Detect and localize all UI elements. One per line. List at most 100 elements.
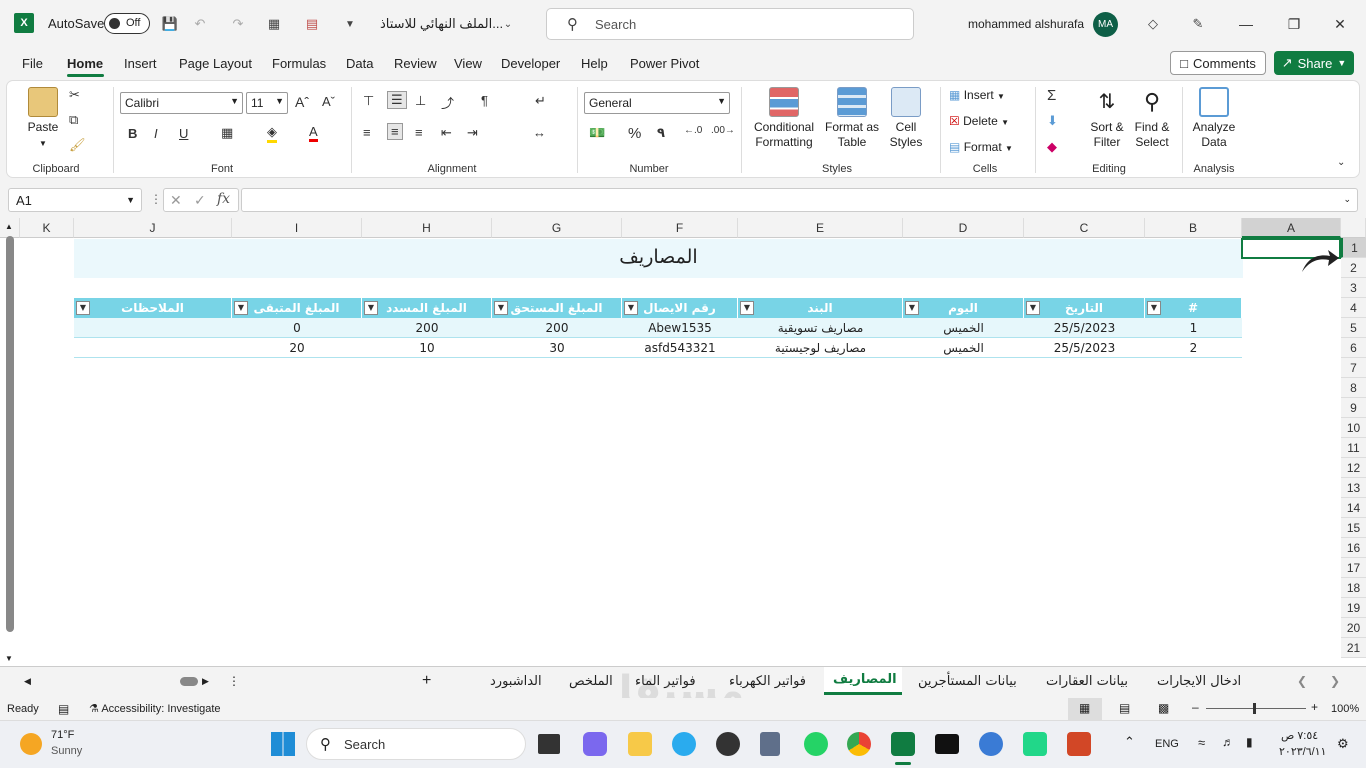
row-header[interactable]: 11 — [1341, 438, 1366, 458]
clock-time[interactable]: ٧:٥٤ ص — [1281, 729, 1318, 742]
increase-decimal-icon[interactable]: ←.0 — [684, 125, 702, 136]
form-icon[interactable]: ▦ — [264, 14, 284, 34]
clock-date[interactable]: ٢٠٢٣/٦/١١ — [1279, 745, 1326, 758]
tab-file[interactable]: File — [22, 56, 43, 71]
taskbar-search[interactable]: ⚲ Search — [306, 728, 526, 760]
delete-cells-button[interactable]: ☒ Delete ▼ — [949, 114, 1009, 130]
table-cell[interactable]: مصاريف تسويقية — [738, 318, 903, 338]
search-input[interactable]: ⚲ Search — [546, 8, 914, 40]
orientation-icon[interactable]: ⤴ — [441, 93, 454, 112]
accessibility-status[interactable]: ⚗ Accessibility: Investigate — [89, 702, 221, 715]
comments-button[interactable]: □ Comments — [1170, 51, 1266, 75]
table-cell[interactable]: 20 — [232, 338, 362, 358]
filter-dropdown-icon[interactable]: ▼ — [1026, 301, 1040, 315]
worksheet-grid[interactable]: K J I H G F E D C B A المصاريف # ▼ التاري… — [0, 218, 1366, 666]
ribbon-collapse-icon[interactable]: ⌄ — [1337, 157, 1345, 168]
user-name[interactable]: mohammed alshurafa — [968, 17, 1084, 31]
table-icon[interactable]: ▤ — [302, 14, 322, 34]
number-format-select[interactable]: General ▼ — [584, 92, 730, 114]
column-header-a[interactable]: A — [1242, 218, 1341, 238]
column-header-f[interactable]: F — [622, 218, 738, 238]
insert-cells-button[interactable]: ▦ Insert ▼ — [949, 88, 1005, 104]
row-header[interactable]: 17 — [1341, 558, 1366, 578]
globe-icon[interactable] — [979, 732, 1003, 756]
language-indicator[interactable]: ENG — [1155, 738, 1179, 750]
document-title[interactable]: الملف النهائي للاستاذ... — [380, 16, 515, 32]
row-header[interactable]: 20 — [1341, 618, 1366, 638]
clear-icon[interactable]: ◆ — [1047, 139, 1057, 155]
table-cell[interactable]: Abew1535 — [622, 318, 738, 338]
tab-home[interactable]: Home — [67, 56, 103, 71]
zoom-in-icon[interactable]: + — [1311, 700, 1318, 714]
table-cell[interactable]: 10 — [362, 338, 492, 358]
row-header[interactable]: 2 — [1341, 258, 1366, 278]
column-header-j[interactable]: J — [74, 218, 232, 238]
row-header[interactable]: 7 — [1341, 358, 1366, 378]
decrease-decimal-icon[interactable]: .00→ — [711, 125, 735, 136]
diamond-icon[interactable]: ◇ — [1143, 14, 1163, 34]
row-header[interactable]: 21 — [1341, 638, 1366, 658]
normal-view-button[interactable]: ▦ — [1068, 698, 1102, 720]
table-cell[interactable] — [74, 318, 232, 338]
column-header-d[interactable]: D — [903, 218, 1024, 238]
tab-insert[interactable]: Insert — [124, 56, 157, 71]
arrow-shape-icon[interactable] — [1300, 246, 1340, 276]
percent-icon[interactable]: % — [628, 125, 641, 142]
page-break-view-icon[interactable]: ▩ — [1158, 701, 1169, 715]
column-header-b[interactable]: B — [1145, 218, 1242, 238]
filter-dropdown-icon[interactable]: ▼ — [76, 301, 90, 315]
filter-dropdown-icon[interactable]: ▼ — [905, 301, 919, 315]
table-cell[interactable]: 200 — [492, 318, 622, 338]
windows-start-icon[interactable] — [271, 732, 295, 756]
comma-style-icon[interactable]: ٩ — [657, 125, 665, 141]
name-box[interactable]: A1 ▼ — [8, 188, 142, 212]
format-cells-button[interactable]: ▤ Format ▼ — [949, 140, 1013, 156]
align-top-icon[interactable]: ⊤ — [363, 93, 374, 109]
table-cell[interactable]: مصاريف لوجيستية — [738, 338, 903, 358]
table-cell[interactable]: 0 — [232, 318, 362, 338]
increase-indent-icon[interactable]: ⇥ — [467, 125, 478, 141]
table-cell[interactable]: الخميس — [903, 318, 1024, 338]
macro-icon[interactable]: ▤ — [58, 702, 69, 716]
cut-icon[interactable]: ✂ — [69, 87, 80, 103]
tab-view[interactable]: View — [454, 56, 482, 71]
format-as-table-button[interactable]: Format as Table — [823, 87, 881, 150]
row-header[interactable]: 15 — [1341, 518, 1366, 538]
battery-icon[interactable]: ▮ — [1246, 735, 1253, 749]
scroll-down-icon[interactable]: ▼ — [5, 654, 13, 663]
table-cell[interactable]: asfd543321 — [622, 338, 738, 358]
align-left-icon[interactable]: ≡ — [363, 125, 371, 140]
volume-icon[interactable]: ♬ — [1222, 735, 1234, 749]
align-center-icon[interactable]: ≡ — [387, 123, 403, 140]
align-middle-icon[interactable]: ☰ — [387, 91, 407, 109]
copy-icon[interactable]: ⧉ — [69, 112, 78, 128]
scroll-left-icon[interactable]: ◀ — [24, 676, 31, 687]
column-header-i[interactable]: I — [232, 218, 362, 238]
format-painter-icon[interactable]: 🖌 — [69, 137, 86, 153]
sun-icon[interactable] — [20, 733, 42, 755]
avatar[interactable]: MA — [1093, 12, 1118, 37]
header-amount-paid[interactable]: المبلغ المسدد ▼ — [362, 298, 492, 318]
excel-taskbar-icon[interactable] — [891, 732, 915, 756]
row-header[interactable]: 18 — [1341, 578, 1366, 598]
decrease-indent-icon[interactable]: ⇤ — [441, 125, 452, 141]
chevron-down-icon[interactable]: ⌄ — [498, 14, 518, 34]
row-header[interactable]: 10 — [1341, 418, 1366, 438]
scroll-right-icon[interactable]: ▶ — [202, 676, 209, 687]
tab-developer[interactable]: Developer — [501, 56, 560, 71]
underline-button[interactable]: U — [179, 126, 188, 141]
more-options-icon[interactable]: ⋮ — [228, 674, 240, 688]
zoom-slider[interactable] — [1206, 708, 1306, 709]
decrease-font-icon[interactable]: Aˇ — [322, 94, 335, 109]
font-color-icon[interactable]: A — [309, 124, 318, 142]
add-sheet-button[interactable]: + — [422, 672, 431, 690]
chrome-icon[interactable] — [847, 732, 871, 756]
redo-icon[interactable]: ↷ — [228, 14, 248, 34]
cell-styles-button[interactable]: Cell Styles — [883, 87, 929, 150]
tab-power-pivot[interactable]: Power Pivot — [630, 56, 699, 71]
row-header[interactable]: 6 — [1341, 338, 1366, 358]
sheet-tab-properties[interactable]: بيانات العقارات — [1046, 674, 1128, 689]
filter-dropdown-icon[interactable]: ▼ — [740, 301, 754, 315]
formula-input[interactable]: ⌄ — [241, 188, 1358, 212]
align-right-icon[interactable]: ≡ — [415, 125, 423, 140]
